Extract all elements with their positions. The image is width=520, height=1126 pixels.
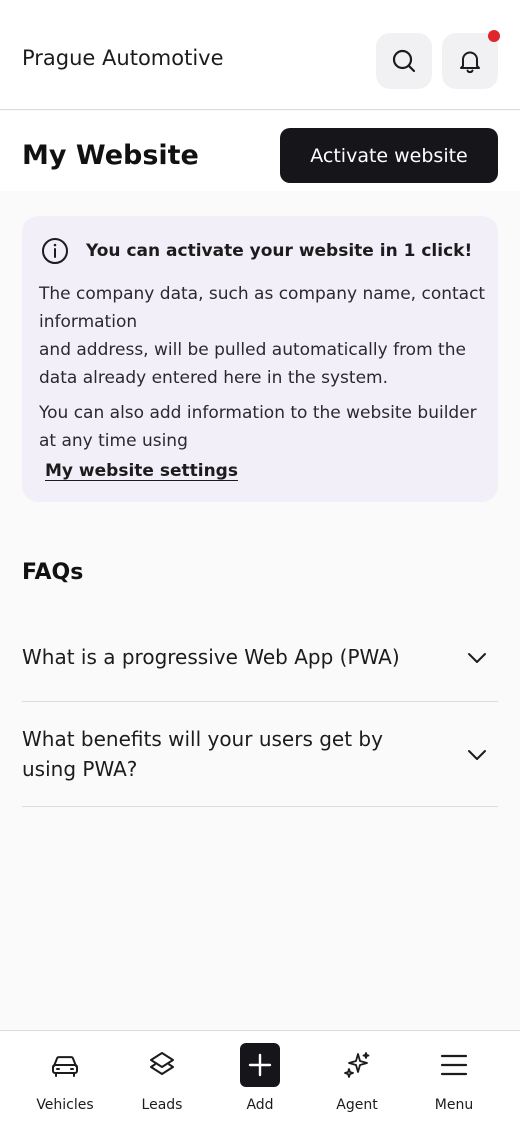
nav-label: Vehicles <box>36 1097 94 1113</box>
faqs-title: FAQs <box>22 560 84 585</box>
info-paragraph-1-line-2: and address, will be pulled automaticall… <box>39 340 466 388</box>
plus-icon <box>248 1053 272 1077</box>
nav-item-menu[interactable]: Menu <box>404 1031 504 1126</box>
activate-website-button[interactable]: Activate website <box>280 128 498 183</box>
nav-label: Leads <box>141 1097 183 1113</box>
info-paragraph-1: The company data, such as company name, … <box>39 280 487 392</box>
chevron-down-icon <box>468 653 486 663</box>
notifications-button[interactable] <box>442 30 500 89</box>
faq-item-pwa-benefits[interactable]: What benefits will your users get by usi… <box>22 702 498 807</box>
info-card-headline: You can activate your website in 1 click… <box>86 241 473 261</box>
faq-question: What benefits will your users get by usi… <box>22 727 383 781</box>
bottom-navigation: Vehicles Leads Add Agent Menu <box>0 1030 520 1126</box>
bell-icon <box>460 51 480 74</box>
info-paragraph-2: You can also add information to the webs… <box>39 399 487 485</box>
info-card-header: You can activate your website in 1 click… <box>40 236 472 266</box>
nav-label: Menu <box>434 1097 474 1113</box>
search-icon <box>392 49 416 73</box>
website-settings-link[interactable]: My website settings <box>45 457 238 485</box>
nav-label: Add <box>246 1097 274 1113</box>
company-name: Prague Automotive <box>22 46 224 70</box>
app-header: Prague Automotive <box>0 0 520 110</box>
layers-icon <box>150 1052 174 1075</box>
info-paragraph-2-text: You can also add information to the webs… <box>39 403 477 451</box>
car-icon <box>52 1056 78 1077</box>
notification-badge <box>488 30 500 42</box>
chevron-down-icon <box>468 750 486 760</box>
search-button[interactable] <box>376 33 432 89</box>
info-card: You can activate your website in 1 click… <box>22 216 498 502</box>
nav-item-agent[interactable]: Agent <box>307 1031 407 1126</box>
nav-item-vehicles[interactable]: Vehicles <box>15 1031 115 1126</box>
add-button-box <box>240 1043 280 1087</box>
info-icon <box>42 238 68 264</box>
nav-item-add[interactable]: Add <box>210 1031 310 1126</box>
hamburger-icon <box>440 1054 468 1076</box>
sparkles-icon <box>344 1052 370 1078</box>
faq-item-pwa[interactable]: What is a progressive Web App (PWA) <box>22 620 498 702</box>
info-card-body: The company data, such as company name, … <box>39 280 487 485</box>
faq-question: What is a progressive Web App (PWA) <box>22 645 400 669</box>
page-title: My Website <box>22 140 199 171</box>
info-paragraph-1-line-1: The company data, such as company name, … <box>39 284 486 332</box>
nav-label: Agent <box>336 1097 378 1113</box>
nav-item-leads[interactable]: Leads <box>112 1031 212 1126</box>
page-title-bar: My Website Activate website <box>0 111 520 191</box>
